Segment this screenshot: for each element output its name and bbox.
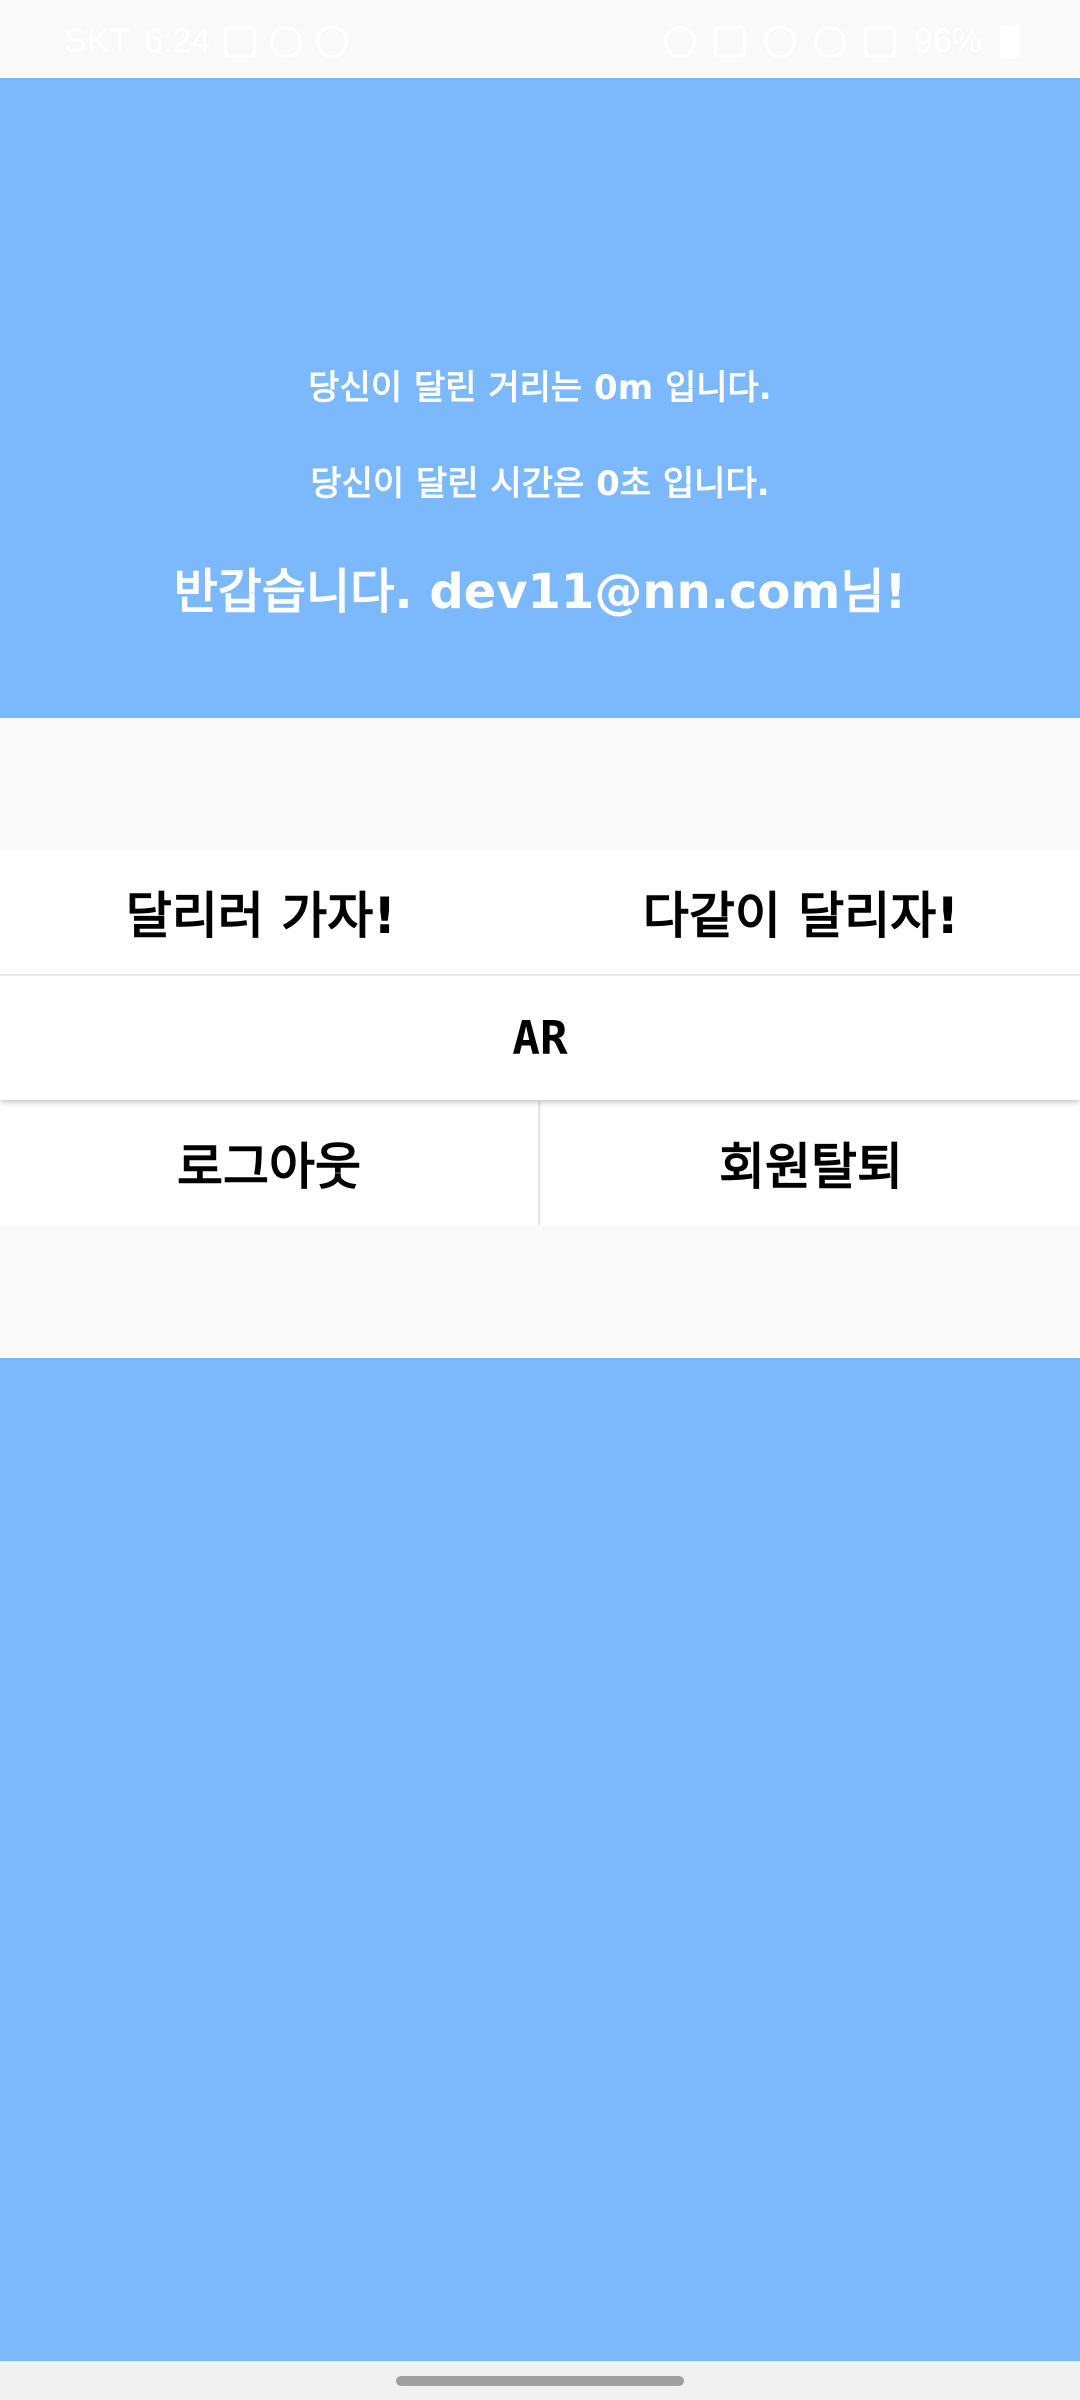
ar-button[interactable]: AR	[0, 976, 1080, 1100]
stats-panel: 당신이 달린 거리는 0m 입니다. 당신이 달린 시간은 0초 입니다. 반갑…	[0, 78, 1080, 718]
navigation-bar	[0, 2361, 1080, 2400]
location-icon	[763, 25, 796, 58]
battery-icon	[1000, 24, 1020, 59]
gallery-icon	[224, 25, 257, 58]
wifi-icon	[813, 25, 846, 58]
status-right: 96%	[663, 22, 1020, 61]
lightbulb-icon	[316, 25, 349, 58]
chat-icon	[270, 25, 303, 58]
status-bar: SKT 6:24 96%	[0, 0, 1080, 78]
time-text: 당신이 달린 시간은 0초 입니다.	[310, 464, 770, 504]
home-handle[interactable]	[396, 2376, 684, 2386]
carrier-label: SKT	[64, 22, 131, 60]
bottom-panel	[0, 1358, 1080, 2361]
status-left: SKT 6:24	[64, 22, 349, 61]
clock: 6:24	[144, 22, 211, 60]
distance-text: 당신이 달린 거리는 0m 입니다.	[308, 368, 772, 408]
withdraw-button[interactable]: 회원탈퇴	[542, 1101, 1080, 1225]
nfc-icon	[663, 25, 696, 58]
logout-button[interactable]: 로그아웃	[0, 1101, 540, 1225]
volte-icon	[713, 25, 746, 58]
run-button[interactable]: 달리러 가자!	[0, 850, 522, 974]
battery-percent: 96%	[913, 22, 982, 60]
welcome-text: 반갑습니다. dev11@nn.com님!	[173, 564, 907, 620]
run-together-button[interactable]: 다같이 달리자!	[522, 850, 1080, 974]
signal-icon	[863, 25, 896, 58]
